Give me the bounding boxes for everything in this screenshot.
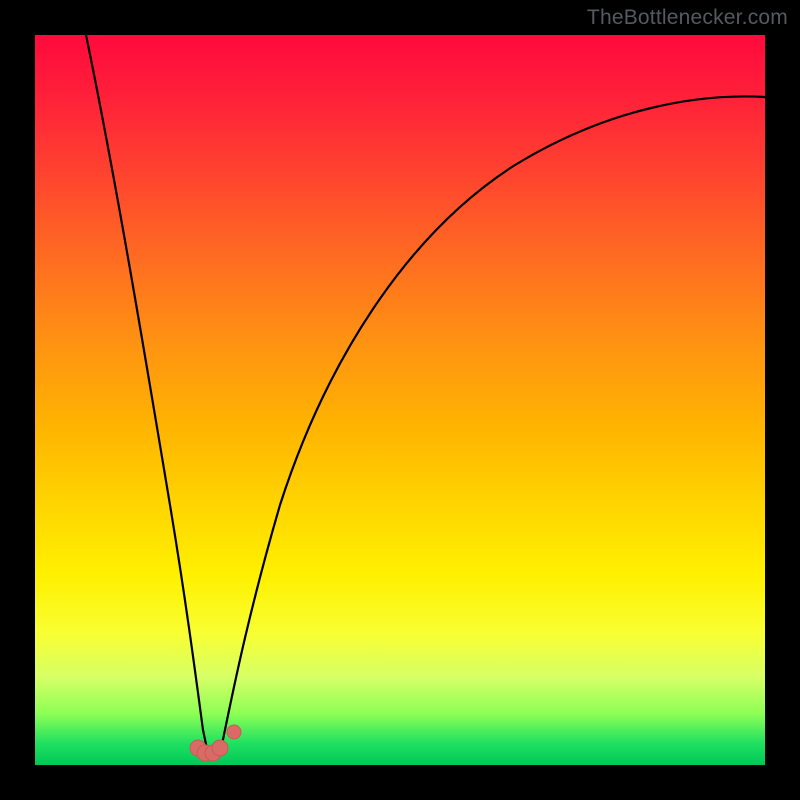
chart-frame: TheBottlenecker.com xyxy=(0,0,800,800)
watermark-text: TheBottlenecker.com xyxy=(587,6,788,30)
series-right-branch xyxy=(221,96,765,749)
trough-markers xyxy=(190,725,241,761)
series-left-branch xyxy=(86,35,207,749)
chart-svg xyxy=(35,35,765,765)
chart-plot-area xyxy=(35,35,765,765)
